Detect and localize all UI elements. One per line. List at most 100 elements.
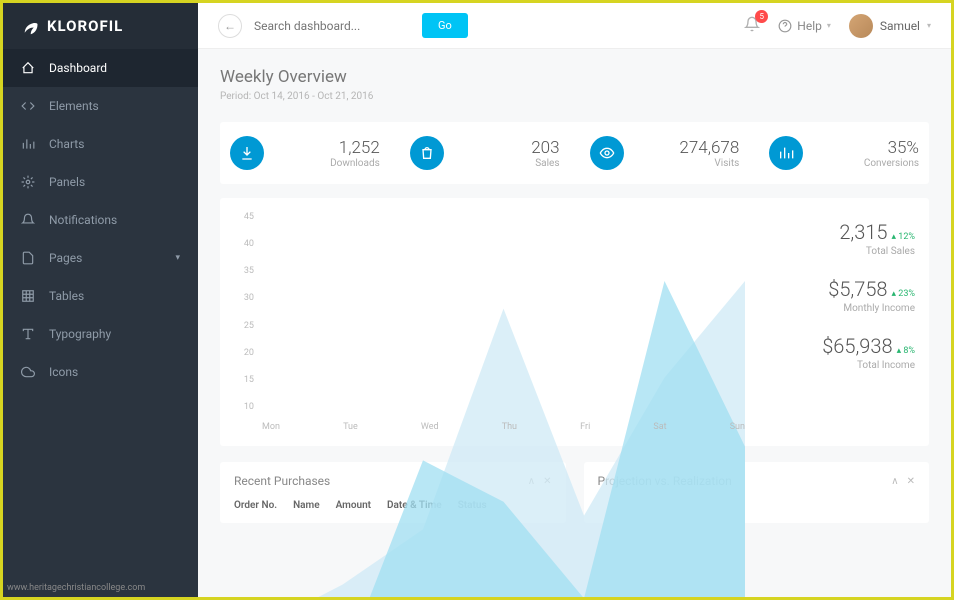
- side-stat-value: $5,758: [828, 277, 887, 301]
- chart-section: 4540353025201510 MonTueWedThuFriSatSun 2…: [220, 198, 929, 446]
- side-stat-value: 2,315: [839, 220, 887, 244]
- sidebar-item-notifications[interactable]: Notifications: [3, 201, 198, 239]
- stat-downloads: 1,252Downloads: [230, 136, 380, 170]
- stat-value: 203: [456, 138, 560, 158]
- nav: Dashboard Elements Charts Panels Notificatio…: [3, 49, 198, 597]
- file-icon: [21, 251, 35, 265]
- x-tick: Sun: [730, 422, 745, 432]
- sidebar-item-typography[interactable]: Typography: [3, 315, 198, 353]
- stat-label: Sales: [456, 158, 560, 169]
- nav-label: Icons: [49, 365, 78, 379]
- watermark: www.heritagechristiancollege.com: [7, 583, 145, 593]
- bag-icon: [410, 136, 444, 170]
- stat-label: Downloads: [276, 158, 380, 169]
- x-tick: Tue: [343, 422, 358, 432]
- nav-label: Notifications: [49, 213, 117, 227]
- stat-visits: 274,678Visits: [590, 136, 740, 170]
- side-stat-delta: ▴ 23%: [892, 289, 915, 299]
- area-chart: 4540353025201510 MonTueWedThuFriSatSun: [234, 212, 745, 432]
- code-icon: [21, 99, 35, 113]
- collapse-icon[interactable]: ∧: [891, 476, 898, 487]
- x-tick: Fri: [580, 422, 590, 432]
- grid-icon: [21, 289, 35, 303]
- nav-label: Elements: [49, 99, 99, 113]
- bell-icon: [21, 213, 35, 227]
- close-icon[interactable]: ✕: [907, 476, 915, 487]
- nav-label: Pages: [49, 251, 82, 265]
- sidebar-item-icons[interactable]: Icons: [3, 353, 198, 391]
- main: ← Go 5 Help ▾ Samuel ▾: [198, 3, 951, 597]
- sidebar: KLOROFIL Dashboard Elements Charts Panels No…: [3, 3, 198, 597]
- chevron-down-icon: ▾: [827, 21, 831, 30]
- gear-icon: [21, 175, 35, 189]
- sidebar-item-dashboard[interactable]: Dashboard: [3, 49, 198, 87]
- side-stat: 2,315 ▴ 12% Total Sales: [765, 220, 915, 257]
- side-stat-delta: ▴ 12%: [892, 232, 915, 242]
- user-name: Samuel: [880, 19, 920, 33]
- y-tick: 10: [234, 402, 254, 412]
- nav-label: Charts: [49, 137, 84, 151]
- chevron-down-icon: ▾: [175, 253, 180, 263]
- leaf-icon: [21, 17, 39, 35]
- stat-value: 1,252: [276, 138, 380, 158]
- y-tick: 20: [234, 348, 254, 358]
- chevron-down-icon: ▾: [927, 21, 931, 30]
- y-tick: 25: [234, 321, 254, 331]
- brand-name: KLOROFIL: [47, 17, 123, 35]
- sidebar-item-tables[interactable]: Tables: [3, 277, 198, 315]
- nav-label: Panels: [49, 175, 85, 189]
- type-icon: [21, 327, 35, 341]
- user-menu[interactable]: Samuel ▾: [849, 14, 931, 38]
- sidebar-item-charts[interactable]: Charts: [3, 125, 198, 163]
- stats-row: 1,252Downloads 203Sales 274,678Visits 35%Co…: [220, 122, 929, 184]
- nav-label: Dashboard: [49, 61, 107, 75]
- back-button[interactable]: ←: [218, 14, 242, 38]
- side-stat-label: Total Income: [765, 360, 915, 371]
- go-button[interactable]: Go: [422, 13, 468, 38]
- page-title: Weekly Overview: [220, 67, 929, 87]
- side-stat-delta: ▴ 8%: [897, 346, 915, 356]
- chart-icon: [769, 136, 803, 170]
- y-tick: 45: [234, 212, 254, 222]
- home-icon: [21, 61, 35, 75]
- cloud-icon: [21, 365, 35, 379]
- eye-icon: [590, 136, 624, 170]
- content: Weekly Overview Period: Oct 14, 2016 - O…: [198, 49, 951, 597]
- stat-value: 35%: [815, 138, 919, 158]
- y-tick: 30: [234, 293, 254, 303]
- topbar: ← Go 5 Help ▾ Samuel ▾: [198, 3, 951, 49]
- stat-label: Visits: [636, 158, 740, 169]
- y-tick: 15: [234, 375, 254, 385]
- side-stat-value: $65,938: [822, 334, 892, 358]
- stat-sales: 203Sales: [410, 136, 560, 170]
- side-stat: $5,758 ▴ 23% Monthly Income: [765, 277, 915, 314]
- avatar: [849, 14, 873, 38]
- stat-conversions: 35%Conversions: [769, 136, 919, 170]
- side-stats: 2,315 ▴ 12% Total Sales $5,758 ▴ 23% Monthly …: [765, 212, 915, 432]
- search-input[interactable]: [254, 19, 410, 33]
- y-tick: 35: [234, 266, 254, 276]
- side-stat: $65,938 ▴ 8% Total Income: [765, 334, 915, 371]
- side-stat-label: Total Sales: [765, 246, 915, 257]
- bar-chart-icon: [21, 137, 35, 151]
- nav-label: Typography: [49, 327, 111, 341]
- stat-value: 274,678: [636, 138, 740, 158]
- sidebar-item-pages[interactable]: Pages ▾: [3, 239, 198, 277]
- stat-label: Conversions: [815, 158, 919, 169]
- notifications-button[interactable]: 5: [744, 16, 760, 36]
- page-subtitle: Period: Oct 14, 2016 - Oct 21, 2016: [220, 91, 929, 102]
- x-tick: Wed: [421, 422, 439, 432]
- nav-label: Tables: [49, 289, 84, 303]
- x-tick: Sat: [653, 422, 666, 432]
- help-button[interactable]: Help ▾: [778, 19, 831, 33]
- download-icon: [230, 136, 264, 170]
- y-tick: 40: [234, 239, 254, 249]
- help-label: Help: [797, 19, 822, 33]
- side-stat-label: Monthly Income: [765, 303, 915, 314]
- notif-badge: 5: [755, 10, 768, 23]
- sidebar-item-elements[interactable]: Elements: [3, 87, 198, 125]
- x-tick: Thu: [502, 422, 517, 432]
- brand: KLOROFIL: [3, 3, 198, 49]
- sidebar-item-panels[interactable]: Panels: [3, 163, 198, 201]
- help-icon: [778, 19, 792, 33]
